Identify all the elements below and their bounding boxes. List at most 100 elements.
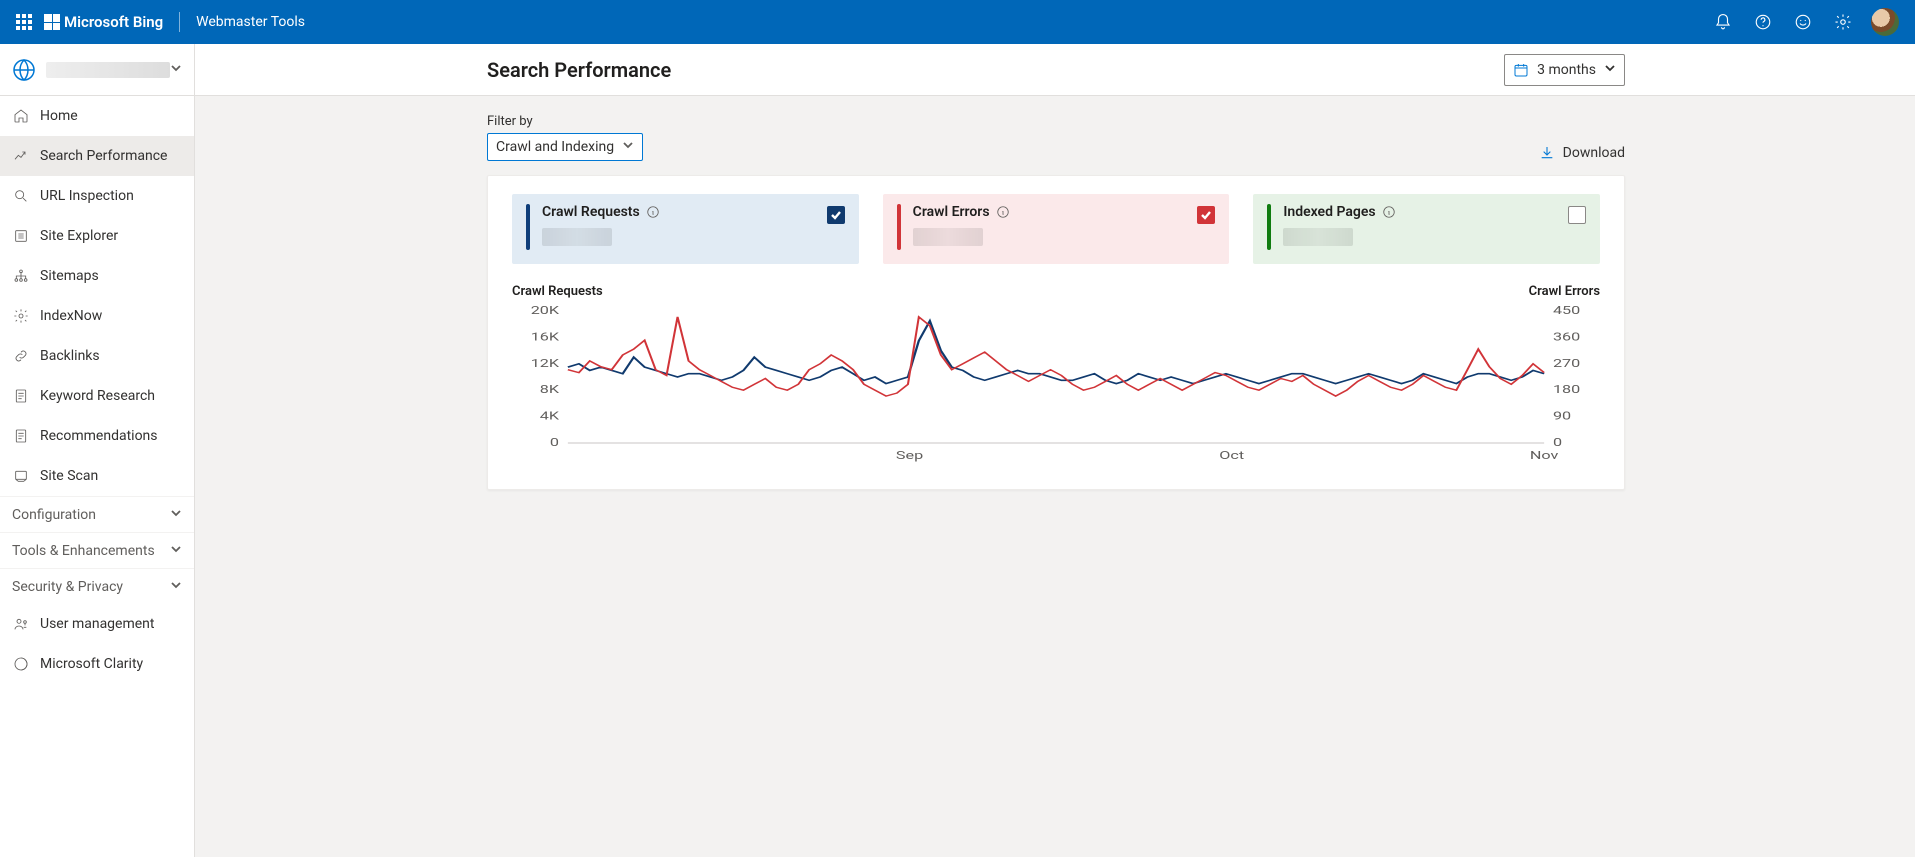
sidebar-group-security-privacy[interactable]: Security & Privacy — [0, 568, 194, 604]
sidebar-group-label: Tools & Enhancements — [12, 543, 155, 559]
doc-icon — [12, 387, 30, 405]
sidebar-item-home[interactable]: Home — [0, 96, 194, 136]
sidebar-item-microsoft clarity[interactable]: Microsoft Clarity — [0, 644, 194, 684]
settings-button[interactable] — [1823, 0, 1863, 44]
download-label: Download — [1563, 145, 1625, 161]
svg-text:180: 180 — [1553, 384, 1580, 397]
sidebar-group-tools-enhancements[interactable]: Tools & Enhancements — [0, 532, 194, 568]
filter-row: Filter by Crawl and Indexing Download — [487, 114, 1625, 161]
user-icon — [12, 615, 30, 633]
sidebar-item-label: URL Inspection — [40, 188, 134, 204]
app-launcher-button[interactable] — [8, 0, 40, 44]
bing-logo[interactable]: Microsoft Bing — [44, 13, 163, 31]
help-button[interactable] — [1743, 0, 1783, 44]
sidebar-group-label: Configuration — [12, 507, 96, 523]
download-icon — [1539, 145, 1555, 161]
sidebar-item-search performance[interactable]: Search Performance — [0, 136, 194, 176]
sidebar-item-indexnow[interactable]: IndexNow — [0, 296, 194, 336]
brand-separator — [179, 12, 180, 32]
metric-toggle-red[interactable] — [1197, 206, 1215, 224]
gear-icon — [1834, 13, 1852, 31]
chevron-down-icon — [1604, 62, 1616, 78]
sidebar-group-configuration[interactable]: Configuration — [0, 496, 194, 532]
brand-secondary[interactable]: Webmaster Tools — [196, 14, 305, 30]
main-area: Search Performance 3 months Filter by Cr… — [195, 44, 1915, 857]
metric-title: Crawl Errors — [913, 204, 1216, 220]
filter-group: Filter by Crawl and Indexing — [487, 114, 643, 161]
info-icon — [996, 205, 1010, 219]
metric-toggle-blue[interactable] — [827, 206, 845, 224]
chart-right-title: Crawl Errors — [1529, 284, 1600, 299]
sidebar-item-url inspection[interactable]: URL Inspection — [0, 176, 194, 216]
sidebar-item-keyword research[interactable]: Keyword Research — [0, 376, 194, 416]
svg-text:360: 360 — [1553, 331, 1580, 344]
clarity-icon — [12, 655, 30, 673]
page-title: Search Performance — [487, 58, 1504, 82]
metric-title: Indexed Pages — [1283, 204, 1586, 220]
download-button[interactable]: Download — [1539, 145, 1625, 161]
filter-select[interactable]: Crawl and Indexing — [487, 133, 643, 161]
sidebar-item-sitemaps[interactable]: Sitemaps — [0, 256, 194, 296]
gear-icon — [12, 307, 30, 325]
sidebar-item-recommendations[interactable]: Recommendations — [0, 416, 194, 456]
list-icon — [12, 227, 30, 245]
notifications-button[interactable] — [1703, 0, 1743, 44]
chevron-down-icon — [170, 543, 182, 559]
date-range-select[interactable]: 3 months — [1504, 54, 1625, 86]
brand-primary: Microsoft Bing — [64, 13, 163, 31]
sidebar-item-label: Site Scan — [40, 468, 98, 484]
metric-accent-bar — [526, 204, 530, 250]
sidebar-item-user management[interactable]: User management — [0, 604, 194, 644]
app-header: Microsoft Bing Webmaster Tools — [0, 0, 1915, 44]
sidebar-item-label: User management — [40, 616, 154, 632]
link-icon — [12, 347, 30, 365]
sidebar-item-site scan[interactable]: Site Scan — [0, 456, 194, 496]
scan-icon — [12, 467, 30, 485]
chevron-down-icon — [170, 507, 182, 523]
svg-text:450: 450 — [1553, 305, 1580, 317]
waffle-icon — [16, 14, 32, 30]
chart-header: Crawl Requests Crawl Errors — [512, 284, 1600, 299]
calendar-icon — [1513, 62, 1529, 78]
metric-accent-bar — [1267, 204, 1271, 250]
sidebar-item-label: Microsoft Clarity — [40, 656, 143, 672]
info-icon — [1382, 205, 1396, 219]
metric-tile-indexed pages[interactable]: Indexed Pages — [1253, 194, 1600, 264]
info-icon — [646, 205, 660, 219]
sitemap-icon — [12, 267, 30, 285]
svg-text:16K: 16K — [531, 331, 560, 344]
user-avatar[interactable] — [1871, 8, 1899, 36]
report-card: Crawl Requests Crawl Errors Indexed Page… — [487, 175, 1625, 490]
sidebar-group-label: Security & Privacy — [12, 579, 123, 595]
sidebar-item-label: Home — [40, 108, 78, 124]
brand: Microsoft Bing Webmaster Tools — [44, 12, 305, 32]
metric-value-redacted — [1283, 228, 1586, 250]
svg-text:20K: 20K — [531, 305, 560, 317]
microsoft-logo-icon — [44, 14, 60, 30]
content-header: Search Performance 3 months — [195, 44, 1915, 96]
sidebar-item-label: Search Performance — [40, 148, 167, 164]
svg-text:Oct: Oct — [1219, 449, 1244, 462]
filter-label: Filter by — [487, 114, 643, 129]
metric-accent-bar — [897, 204, 901, 250]
site-picker[interactable] — [0, 44, 194, 96]
metric-tile-crawl requests[interactable]: Crawl Requests — [512, 194, 859, 264]
search-icon — [12, 187, 30, 205]
date-range-value: 3 months — [1537, 62, 1596, 78]
metric-title: Crawl Requests — [542, 204, 845, 220]
chevron-down-icon — [622, 139, 634, 155]
globe-icon — [12, 58, 36, 82]
sidebar-item-site explorer[interactable]: Site Explorer — [0, 216, 194, 256]
feedback-button[interactable] — [1783, 0, 1823, 44]
metric-tile-crawl errors[interactable]: Crawl Errors — [883, 194, 1230, 264]
sidebar-item-label: Sitemaps — [40, 268, 99, 284]
sidebar-item-backlinks[interactable]: Backlinks — [0, 336, 194, 376]
sidebar-item-label: Keyword Research — [40, 388, 155, 404]
site-name-redacted — [46, 62, 170, 78]
sidebar-item-label: Recommendations — [40, 428, 158, 444]
metric-toggle-green[interactable] — [1568, 206, 1586, 224]
metric-value-redacted — [913, 228, 1216, 250]
help-icon — [1754, 13, 1772, 31]
metric-value-redacted — [542, 228, 845, 250]
svg-text:Sep: Sep — [896, 449, 924, 462]
